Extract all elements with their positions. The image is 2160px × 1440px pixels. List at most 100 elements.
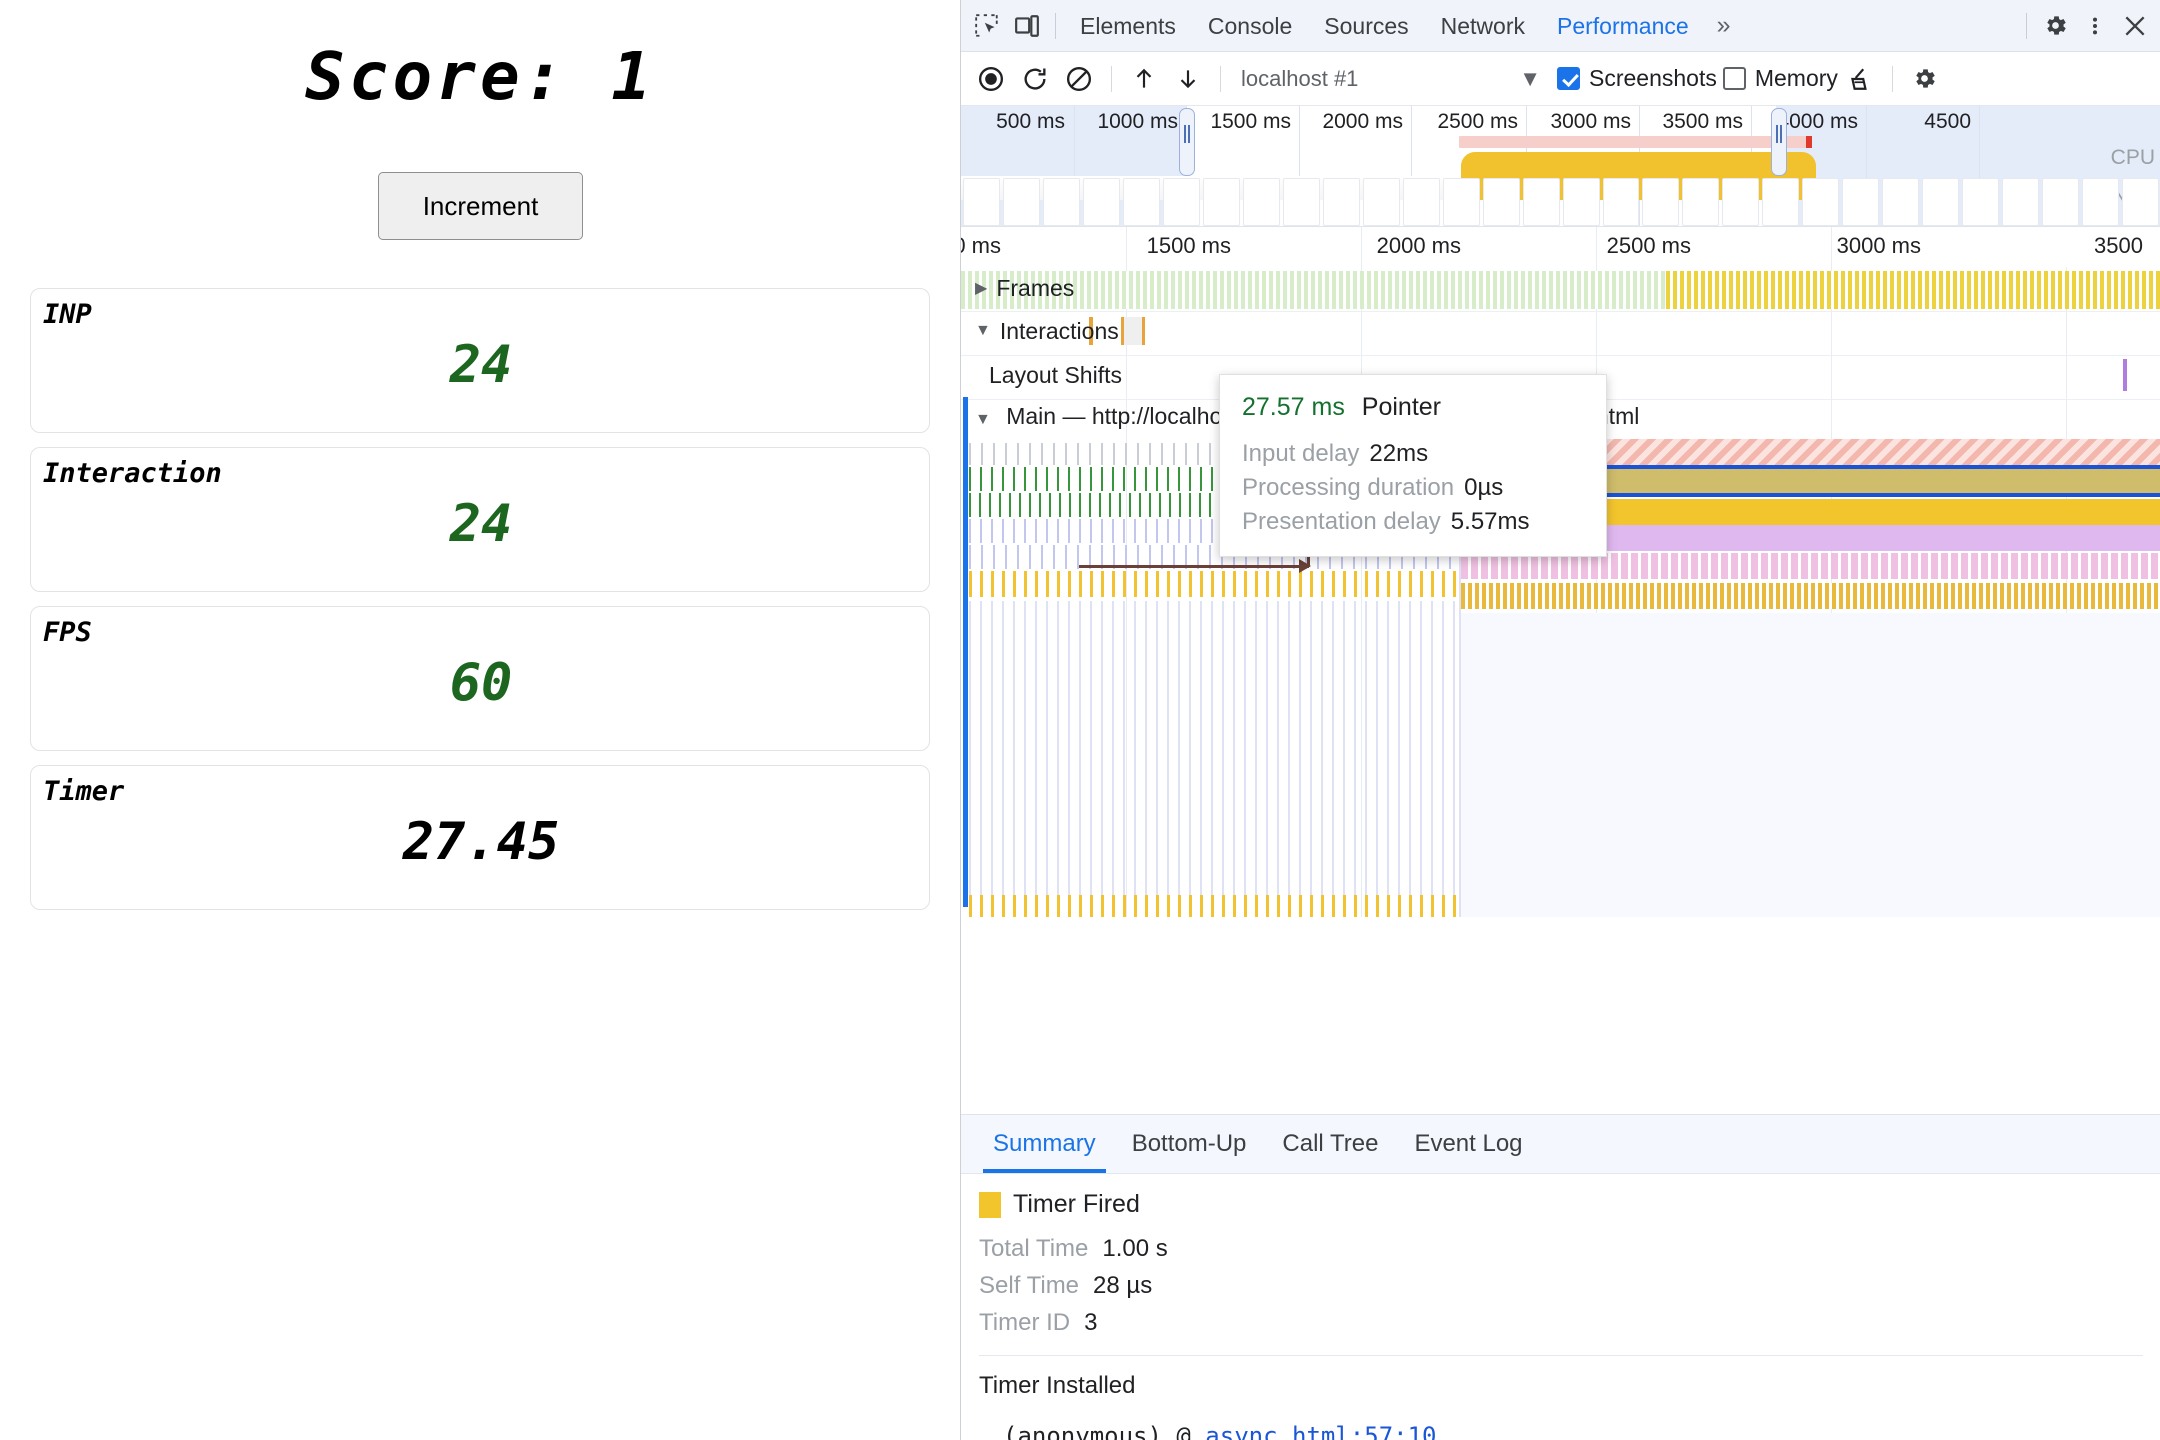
source-link[interactable]: async.html:57:10 bbox=[1205, 1422, 1436, 1440]
tab-summary[interactable]: Summary bbox=[975, 1115, 1114, 1173]
record-icon[interactable] bbox=[969, 57, 1013, 101]
broom-icon[interactable] bbox=[1838, 57, 1882, 101]
increment-button[interactable]: Increment bbox=[378, 172, 583, 240]
filmstrip-frame[interactable] bbox=[1842, 178, 1880, 226]
filmstrip-frame[interactable] bbox=[1522, 178, 1560, 226]
filmstrip-frame[interactable] bbox=[2042, 178, 2080, 226]
tooltip-row-label: Processing duration bbox=[1242, 474, 1455, 501]
kebab-menu-icon[interactable] bbox=[2075, 6, 2115, 46]
main-track-edge bbox=[963, 397, 968, 907]
filmstrip-frame[interactable] bbox=[1002, 178, 1040, 226]
overview-long-task bbox=[1459, 136, 1812, 148]
overview-long-task-end bbox=[1806, 136, 1812, 148]
overview-tick: 1500 ms bbox=[1210, 110, 1291, 133]
flame-stripes-block bbox=[969, 601, 1459, 901]
stack-function-name: (anonymous) @ bbox=[1003, 1422, 1206, 1440]
chevron-down-icon[interactable]: ▼ bbox=[975, 322, 991, 340]
download-profile-icon[interactable] bbox=[1166, 57, 1210, 101]
filmstrip-frame[interactable] bbox=[1282, 178, 1320, 226]
filmstrip-frame[interactable] bbox=[1882, 178, 1920, 226]
track-title-layout-shifts[interactable]: Layout Shifts bbox=[961, 353, 1122, 397]
tooltip-row-value: 0µs bbox=[1464, 474, 1504, 501]
close-icon[interactable] bbox=[2115, 6, 2155, 46]
tooltip-row-input-delay: Input delay 22ms bbox=[1242, 440, 1582, 468]
filmstrip-frame[interactable] bbox=[1242, 178, 1280, 226]
filmstrip-frame[interactable] bbox=[1682, 178, 1720, 226]
screenshots-checkbox[interactable]: Screenshots bbox=[1557, 65, 1717, 92]
filmstrip-frame[interactable] bbox=[1082, 178, 1120, 226]
metric-label: INP bbox=[43, 299, 92, 330]
track-title-frames[interactable]: ▶ Frames bbox=[961, 267, 1074, 309]
filmstrip-frame[interactable] bbox=[1042, 178, 1080, 226]
filmstrip-frame[interactable] bbox=[963, 178, 1000, 226]
metric-label: Interaction bbox=[43, 458, 222, 489]
summary-row-value: 28 µs bbox=[1093, 1272, 1153, 1299]
clear-icon[interactable] bbox=[1057, 57, 1101, 101]
metric-label: Timer bbox=[43, 776, 125, 807]
timeline-overview[interactable]: 500 ms 1000 ms 1500 ms 2000 ms 2500 ms 3… bbox=[961, 106, 2160, 227]
gear-icon[interactable] bbox=[1903, 57, 1947, 101]
chevron-down-icon[interactable]: ▼ bbox=[975, 411, 991, 429]
overview-tick: 2500 ms bbox=[1437, 110, 1518, 133]
gear-icon[interactable] bbox=[2035, 6, 2075, 46]
inspect-element-icon[interactable] bbox=[967, 6, 1007, 46]
filmstrip-frame[interactable] bbox=[1442, 178, 1480, 226]
filmstrip-frame[interactable] bbox=[1722, 178, 1760, 226]
timeline-tracks[interactable]: ▶ Frames ▼ Interactions Layout Shifts ▼ … bbox=[961, 267, 2160, 917]
memory-checkbox[interactable]: Memory bbox=[1722, 65, 1838, 92]
filmstrip-frame[interactable] bbox=[1482, 178, 1520, 226]
tab-performance[interactable]: Performance bbox=[1541, 0, 1705, 52]
chevron-double-right-icon[interactable]: » bbox=[1705, 11, 1743, 40]
toolbar-divider bbox=[1891, 65, 1893, 92]
tooltip-title: Pointer bbox=[1361, 393, 1442, 421]
tab-console[interactable]: Console bbox=[1192, 0, 1308, 52]
overview-tick: 2000 ms bbox=[1322, 110, 1403, 133]
filmstrip-frame[interactable] bbox=[1322, 178, 1360, 226]
tab-elements[interactable]: Elements bbox=[1064, 0, 1192, 52]
filmstrip-frame[interactable] bbox=[2082, 178, 2120, 226]
filmstrip-frame[interactable] bbox=[2122, 178, 2160, 226]
filmstrip-frame[interactable] bbox=[1922, 178, 1960, 226]
event-color-swatch bbox=[979, 1191, 1001, 1218]
filmstrip-frame[interactable] bbox=[2002, 178, 2040, 226]
filmstrip-frame[interactable] bbox=[1602, 178, 1640, 226]
filmstrip-frame[interactable] bbox=[1162, 178, 1200, 226]
filmstrip-frame[interactable] bbox=[1802, 178, 1840, 226]
chevron-right-icon[interactable]: ▶ bbox=[975, 278, 987, 298]
session-selector[interactable]: localhost #1 ▼ bbox=[1231, 60, 1551, 98]
filmstrip-frame[interactable] bbox=[1642, 178, 1680, 226]
track-label: Frames bbox=[996, 274, 1075, 301]
device-toolbar-icon[interactable] bbox=[1007, 6, 1047, 46]
upload-profile-icon[interactable] bbox=[1122, 57, 1166, 101]
filmstrip-frame[interactable] bbox=[1562, 178, 1600, 226]
interaction-marker[interactable] bbox=[1121, 317, 1145, 345]
filmstrip-frame[interactable] bbox=[1362, 178, 1400, 226]
summary-row-timer-id: Timer ID 3 bbox=[979, 1309, 2143, 1337]
tab-network[interactable]: Network bbox=[1425, 0, 1541, 52]
tab-bottom-up[interactable]: Bottom-Up bbox=[1114, 1115, 1265, 1173]
filmstrip[interactable] bbox=[961, 178, 2160, 226]
tab-sources[interactable]: Sources bbox=[1308, 0, 1424, 52]
reload-record-icon[interactable] bbox=[1013, 57, 1057, 101]
track-interactions[interactable]: ▼ Interactions bbox=[961, 309, 2160, 353]
filmstrip-frame[interactable] bbox=[1402, 178, 1440, 226]
track-title-interactions[interactable]: ▼ Interactions bbox=[961, 309, 1119, 353]
tab-call-tree[interactable]: Call Tree bbox=[1264, 1115, 1396, 1173]
layout-shift-marker[interactable] bbox=[2123, 359, 2127, 391]
tab-event-log[interactable]: Event Log bbox=[1396, 1115, 1540, 1173]
filmstrip-frame[interactable] bbox=[1762, 178, 1800, 226]
overview-window-handle-right[interactable] bbox=[1771, 108, 1787, 176]
filmstrip-frame[interactable] bbox=[1122, 178, 1160, 226]
toolbar-divider bbox=[1111, 65, 1112, 92]
toolbar-divider-right bbox=[2026, 12, 2027, 39]
metrics-list: INP 24 Interaction 24 FPS 60 Timer 27.45 bbox=[30, 288, 930, 924]
summary-row-label: Self Time bbox=[979, 1272, 1080, 1299]
overview-window-handle-left[interactable] bbox=[1179, 108, 1195, 176]
overview-tick: 4500 bbox=[1924, 110, 1971, 133]
track-frames[interactable]: ▶ Frames bbox=[961, 267, 2160, 309]
metric-value: 24 bbox=[449, 335, 513, 395]
summary-row-label: Timer ID bbox=[979, 1309, 1071, 1336]
filmstrip-frame[interactable] bbox=[1202, 178, 1240, 226]
filmstrip-frame[interactable] bbox=[1962, 178, 2000, 226]
overview-tick: 4000 ms bbox=[1777, 110, 1858, 133]
